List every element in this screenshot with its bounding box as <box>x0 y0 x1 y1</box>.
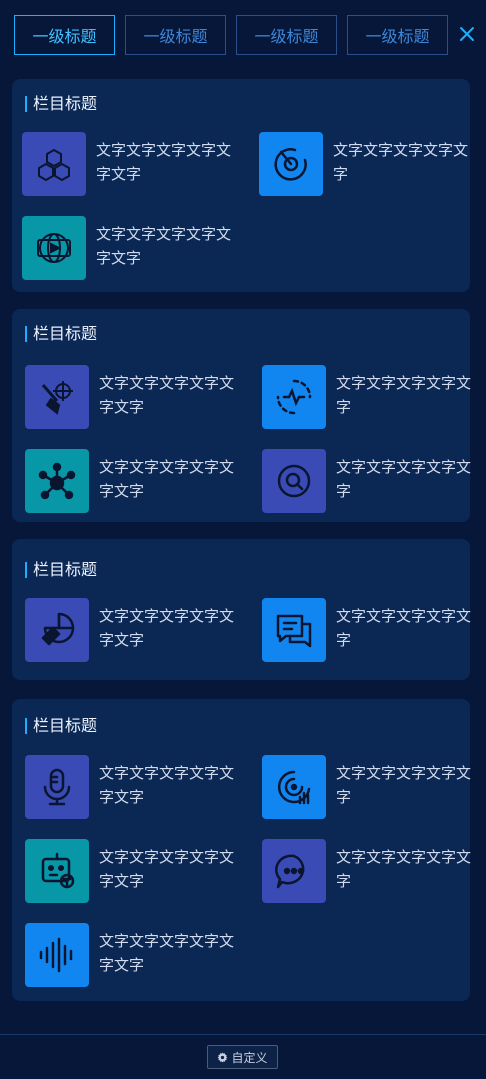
list-item[interactable]: 文字文字文字文字文字 <box>262 839 472 903</box>
list-item[interactable]: 文字文字文字文字文字 <box>262 755 472 819</box>
radar-target-icon <box>259 132 323 196</box>
microphone-icon <box>25 755 89 819</box>
item-label: 文字文字文字文字文字文字 <box>99 932 235 974</box>
footer-divider <box>0 1034 486 1035</box>
list-item[interactable]: 文字文字文字文字文字文字 <box>25 449 235 513</box>
item-label: 文字文字文字文字文字文字 <box>96 225 232 267</box>
item-label: 文字文字文字文字文字文字 <box>99 848 235 890</box>
item-label: 文字文字文字文字文字 <box>336 374 472 416</box>
pie-hammer-icon <box>25 598 89 662</box>
target-bars-icon <box>262 755 326 819</box>
list-item[interactable]: 文字文字文字文字文字文字 <box>22 132 232 196</box>
item-label: 文字文字文字文字文字文字 <box>99 607 235 649</box>
item-label: 文字文字文字文字文字 <box>333 141 469 183</box>
item-label: 文字文字文字文字文字 <box>336 764 472 806</box>
tab-4[interactable]: 一级标题 <box>347 15 448 55</box>
list-item[interactable]: 文字文字文字文字文字 <box>262 449 472 513</box>
section-title: 栏目标题 <box>25 325 97 343</box>
tab-1[interactable]: 一级标题 <box>14 15 115 55</box>
item-label: 文字文字文字文字文字 <box>336 848 472 890</box>
list-item[interactable]: 文字文字文字文字文字 <box>259 132 469 196</box>
list-item[interactable]: 文字文字文字文字文字文字 <box>25 839 235 903</box>
pulse-monitor-icon <box>262 365 326 429</box>
list-item[interactable]: 文字文字文字文字文字文字 <box>22 216 232 280</box>
customize-button[interactable]: 自定义 <box>207 1045 278 1069</box>
item-label: 文字文字文字文字文字文字 <box>99 374 235 416</box>
network-node-icon <box>25 449 89 513</box>
section-4: 栏目标题 文字文字文字文字文字文字 文字文字文字文字文字 文字文字文字文字文字文… <box>12 699 472 1001</box>
section-title: 栏目标题 <box>25 717 97 735</box>
globe-video-icon <box>22 216 86 280</box>
sound-wave-icon <box>25 923 89 987</box>
item-label: 文字文字文字文字文字文字 <box>96 141 232 183</box>
list-item[interactable]: 文字文字文字文字文字文字 <box>25 755 235 819</box>
robot-icon <box>25 839 89 903</box>
list-item[interactable]: 文字文字文字文字文字 <box>262 365 472 429</box>
item-label: 文字文字文字文字文字文字 <box>99 458 235 500</box>
list-item[interactable]: 文字文字文字文字文字文字 <box>25 598 235 662</box>
list-item[interactable]: 文字文字文字文字文字文字 <box>25 923 235 987</box>
item-label: 文字文字文字文字文字文字 <box>99 764 235 806</box>
close-icon[interactable] <box>457 24 477 44</box>
item-label: 文字文字文字文字文字 <box>336 458 472 500</box>
list-item[interactable]: 文字文字文字文字文字文字 <box>25 365 235 429</box>
search-circle-icon <box>262 449 326 513</box>
tab-bar: 一级标题 一级标题 一级标题 一级标题 <box>14 15 458 55</box>
tab-2[interactable]: 一级标题 <box>125 15 226 55</box>
section-3: 栏目标题 文字文字文字文字文字文字 文字文字文字文字文字 <box>12 539 472 680</box>
item-label: 文字文字文字文字文字 <box>336 607 472 649</box>
section-title: 栏目标题 <box>25 561 97 579</box>
section-1: 栏目标题 文字文字文字文字文字文字 文字文字文字文字文字 文字文字文字文字文字文… <box>12 79 470 292</box>
cubes-icon <box>22 132 86 196</box>
section-title: 栏目标题 <box>25 95 97 113</box>
chat-dots-icon <box>262 839 326 903</box>
list-item[interactable]: 文字文字文字文字文字 <box>262 598 472 662</box>
scope-tool-icon <box>25 365 89 429</box>
section-2: 栏目标题 文字文字文字文字文字文字 文字文字文字文字文字 文字文字文字文字文字文… <box>12 309 472 522</box>
gear-icon <box>218 1051 228 1063</box>
chat-bubbles-icon <box>262 598 326 662</box>
tab-3[interactable]: 一级标题 <box>236 15 337 55</box>
customize-label: 自定义 <box>231 1050 268 1065</box>
